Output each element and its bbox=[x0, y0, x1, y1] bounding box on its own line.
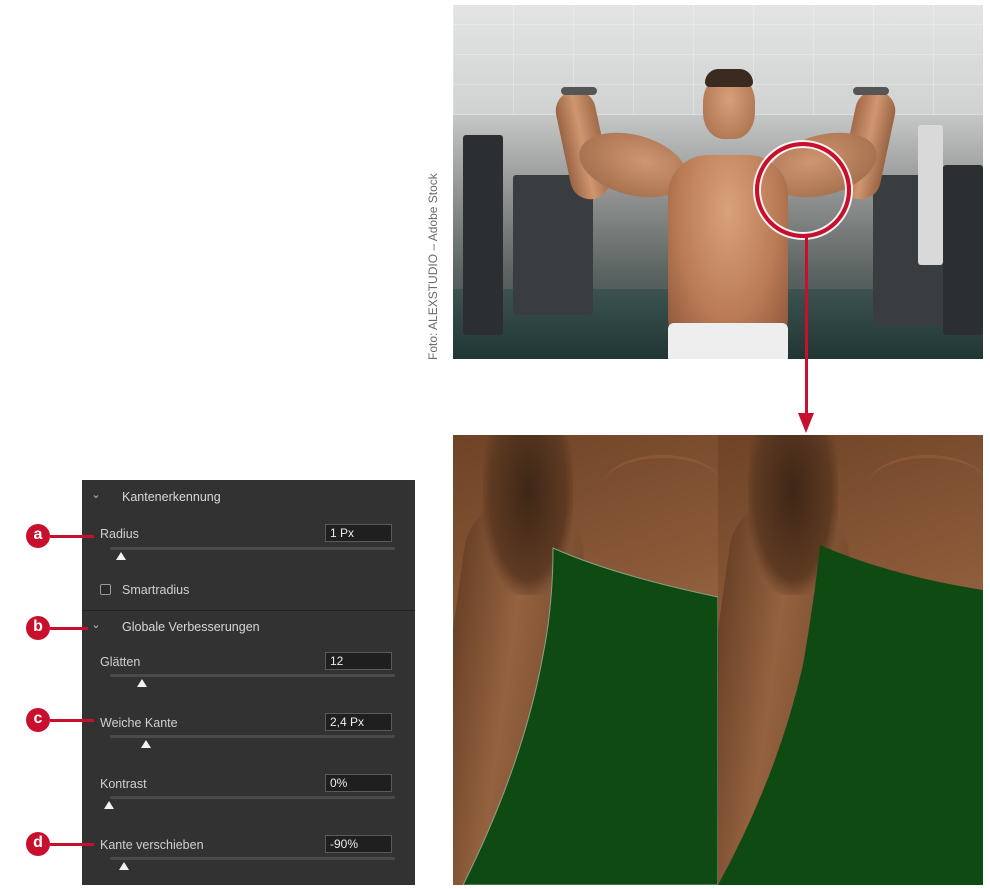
photo-credit: Foto: ALEXSTUDIO – Adobe Stock bbox=[426, 173, 440, 560]
radius-input[interactable]: 1 Px bbox=[325, 524, 392, 542]
radius-label: Radius bbox=[100, 527, 139, 541]
section-title: Globale Verbesserungen bbox=[122, 620, 260, 634]
gym-machine bbox=[463, 135, 503, 335]
shift-edge-slider-thumb[interactable] bbox=[119, 862, 129, 870]
mask-overlay-before bbox=[462, 547, 718, 885]
feather-label: Weiche Kante bbox=[100, 716, 178, 730]
shift-edge-input[interactable]: -90% bbox=[325, 835, 392, 853]
smooth-input[interactable]: 12 bbox=[325, 652, 392, 670]
callout-line-b bbox=[50, 627, 88, 630]
cable-handle bbox=[561, 87, 597, 95]
cable-handle bbox=[853, 87, 889, 95]
callout-marker-a: a bbox=[26, 524, 50, 548]
arrow-line bbox=[805, 237, 808, 417]
chevron-down-icon[interactable]: ⌄ bbox=[90, 619, 102, 631]
hair bbox=[705, 69, 753, 87]
highlight-circle bbox=[755, 142, 851, 238]
contrast-label: Kontrast bbox=[100, 777, 147, 791]
refine-edge-panel: ⌄ Kantenerkennung Radius 1 Px Smartradiu… bbox=[82, 480, 415, 885]
detail-after bbox=[718, 435, 983, 885]
callout-line-c bbox=[50, 719, 94, 722]
arrow-down-icon bbox=[798, 413, 814, 433]
mask-overlay-after bbox=[718, 545, 983, 885]
section-header-edge-detection[interactable]: ⌄ Kantenerkennung bbox=[82, 480, 415, 514]
callout-line-a bbox=[50, 535, 94, 538]
section-title: Kantenerkennung bbox=[122, 490, 221, 504]
callout-marker-d: d bbox=[26, 832, 50, 856]
shorts bbox=[668, 323, 788, 359]
shift-edge-label: Kante verschieben bbox=[100, 838, 204, 852]
gym-machine bbox=[943, 165, 983, 335]
section-header-global-refinements[interactable]: ⌄ Globale Verbesserungen bbox=[82, 610, 415, 644]
chevron-down-icon[interactable]: ⌄ bbox=[90, 489, 102, 501]
contrast-slider-thumb[interactable] bbox=[104, 801, 114, 809]
gym-photo bbox=[453, 5, 983, 359]
smooth-label: Glätten bbox=[100, 655, 141, 669]
smooth-slider-track[interactable] bbox=[110, 674, 395, 677]
smooth-slider-thumb[interactable] bbox=[137, 679, 147, 687]
feather-slider-thumb[interactable] bbox=[141, 740, 151, 748]
smart-radius-checkbox[interactable] bbox=[100, 584, 111, 595]
radius-slider-thumb[interactable] bbox=[116, 552, 126, 560]
radius-slider-track[interactable] bbox=[110, 547, 395, 550]
shift-edge-slider-track[interactable] bbox=[110, 857, 395, 860]
smart-radius-label: Smartradius bbox=[122, 583, 190, 597]
column bbox=[918, 125, 943, 265]
callout-marker-b: b bbox=[26, 616, 50, 640]
feather-slider-track[interactable] bbox=[110, 735, 395, 738]
callout-line-d bbox=[50, 843, 94, 846]
callout-marker-c: c bbox=[26, 708, 50, 732]
contrast-input[interactable]: 0% bbox=[325, 774, 392, 792]
photo-credit-text: Foto: ALEXSTUDIO – Adobe Stock bbox=[426, 173, 440, 360]
feather-input[interactable]: 2,4 Px bbox=[325, 713, 392, 731]
contrast-slider-track[interactable] bbox=[110, 796, 395, 799]
detail-before bbox=[453, 435, 718, 885]
